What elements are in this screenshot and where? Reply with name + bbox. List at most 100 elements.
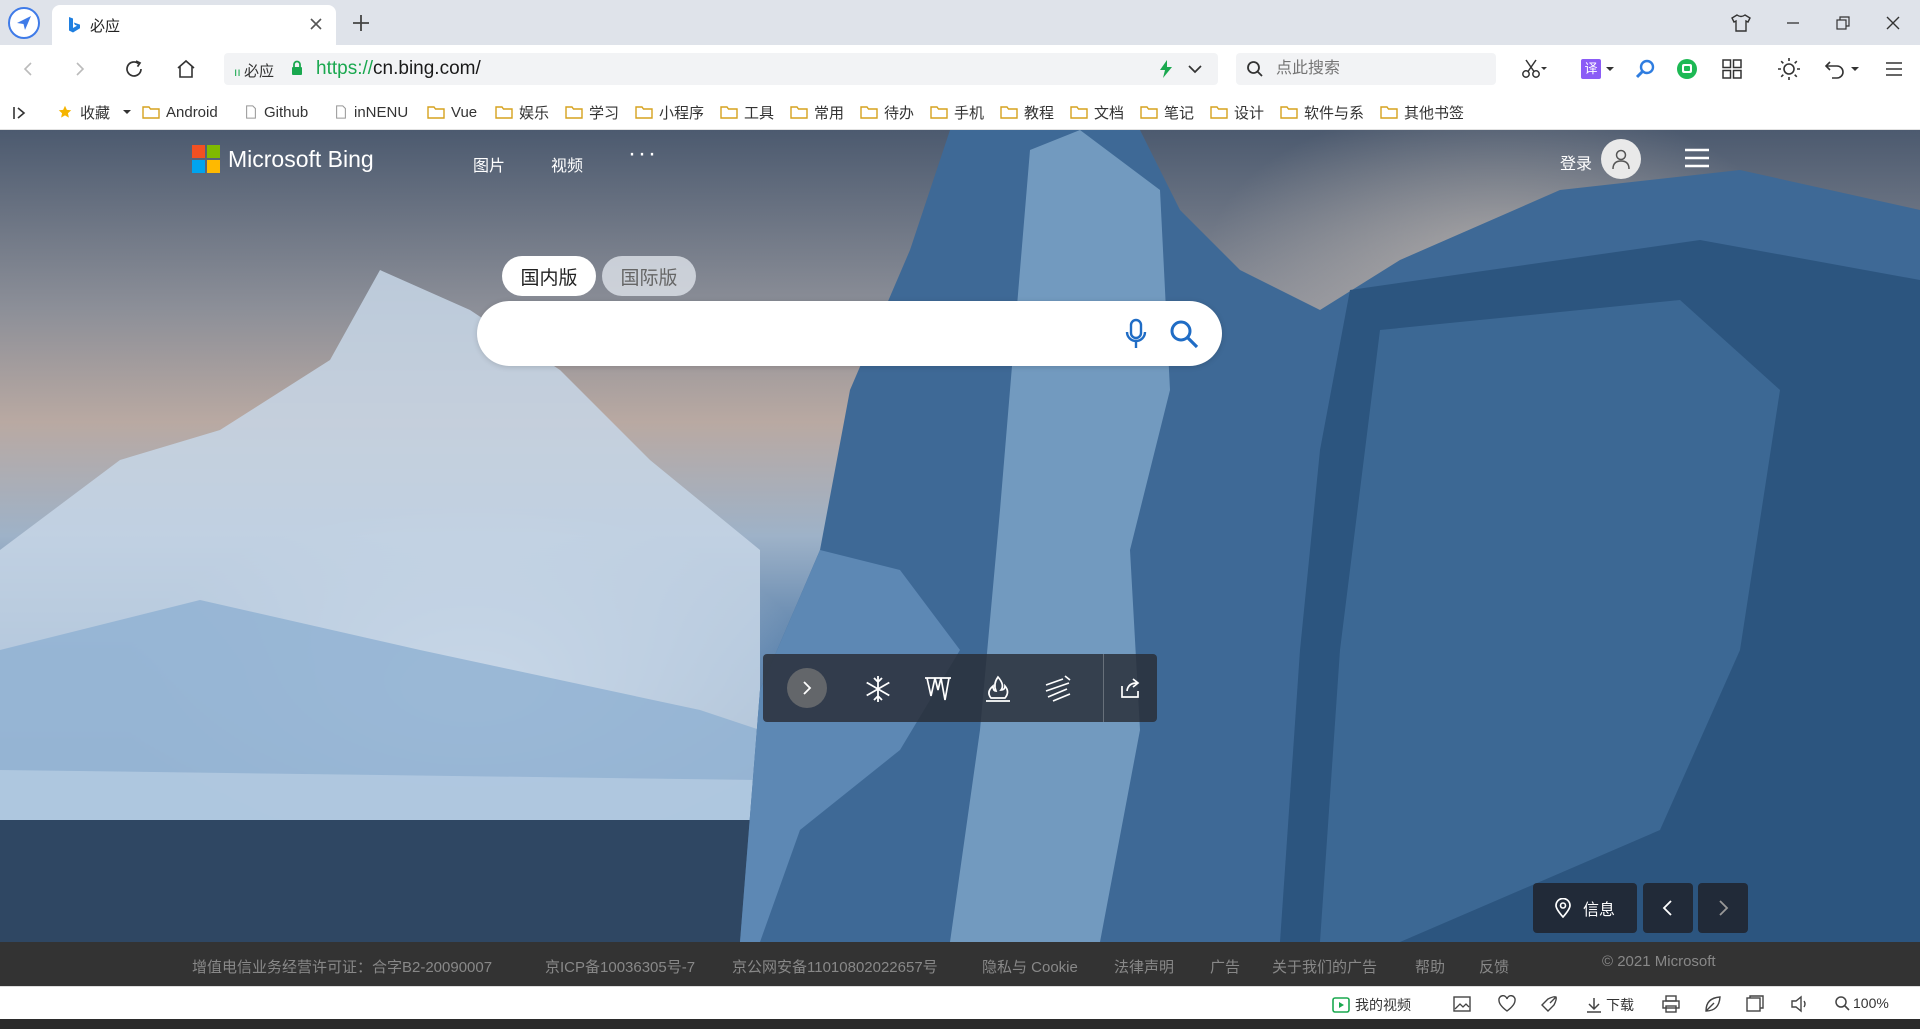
browser-search-input[interactable] (1274, 57, 1484, 81)
rocket-icon[interactable] (1540, 995, 1558, 1013)
bookmark-innenu[interactable]: inNENU (334, 101, 410, 123)
microphone-icon[interactable] (1125, 318, 1147, 350)
tab-international[interactable]: 国际版 (602, 256, 696, 296)
magnifier-icon[interactable] (1632, 55, 1660, 83)
back-arrow-icon[interactable] (16, 57, 40, 81)
bing-search-input[interactable] (505, 319, 1105, 349)
bookmark-qita[interactable]: 其他书签 (1380, 101, 1464, 123)
previous-image-button[interactable] (1643, 883, 1693, 933)
chevron-right-icon (803, 681, 812, 695)
tab-bing[interactable]: 必应 (52, 5, 336, 45)
forward-arrow-icon[interactable] (68, 57, 92, 81)
info-button[interactable]: 信息 (1533, 883, 1637, 933)
footer-legal[interactable]: 法律声明 (1114, 956, 1174, 977)
folder-icon (1000, 106, 1018, 119)
bookmark-jiaocheng[interactable]: 教程 (1000, 101, 1054, 123)
bookmark-wendang[interactable]: 文档 (1070, 101, 1124, 123)
apps-grid-icon[interactable] (1718, 55, 1746, 83)
image-icon[interactable] (1453, 995, 1471, 1013)
restore-icon[interactable] (1832, 12, 1854, 34)
heart-icon[interactable] (1498, 995, 1516, 1013)
minimize-icon[interactable] (1782, 12, 1804, 34)
chevron-down-icon[interactable] (1186, 60, 1204, 78)
bookmark-android[interactable]: Android (142, 101, 218, 123)
download-button[interactable]: 下载 (1586, 995, 1634, 1015)
bookmark-label: 常用 (814, 104, 845, 122)
browser-logo-icon[interactable] (8, 7, 40, 39)
bookmark-github[interactable]: Github (244, 101, 308, 123)
zoom-control[interactable]: 100% (1834, 995, 1889, 1011)
wind-icon[interactable] (1043, 674, 1073, 704)
footer-about-ads[interactable]: 关于我们的广告 (1272, 956, 1377, 977)
bookmark-daiban[interactable]: 待办 (860, 101, 914, 123)
bing-search-box[interactable] (477, 301, 1222, 366)
close-window-icon[interactable] (1882, 12, 1904, 34)
snowflake-icon[interactable] (863, 674, 893, 704)
my-video-button[interactable]: 我的视频 (1332, 995, 1411, 1015)
footer-feedback[interactable]: 反馈 (1479, 956, 1509, 977)
bookmark-vue[interactable]: Vue (427, 101, 477, 123)
browser-search[interactable] (1236, 53, 1496, 85)
undo-icon[interactable] (1822, 55, 1862, 83)
bookmark-gongju[interactable]: 工具 (720, 101, 774, 123)
footer-police[interactable]: 京公网安备11010802022657号 (732, 956, 938, 977)
bookmark-yule[interactable]: 娱乐 (495, 101, 549, 123)
page-icon (246, 105, 256, 119)
page-icon (336, 105, 346, 119)
more-icon[interactable]: ··· (628, 140, 658, 168)
search-icon[interactable] (1169, 319, 1199, 349)
address-bar[interactable]: ıı 必应 https://cn.bing.com/ (224, 53, 1218, 85)
footer-icp[interactable]: 京ICP备10036305号-7 (545, 956, 695, 977)
folder-icon (565, 106, 583, 119)
nav-images[interactable]: 图片 (473, 152, 505, 176)
bookmark-label: 教程 (1024, 104, 1055, 122)
lightning-icon[interactable] (1156, 59, 1176, 79)
theme-toolbar (763, 654, 1157, 722)
chevron-right-button[interactable] (787, 668, 827, 708)
fire-icon[interactable] (983, 674, 1013, 704)
bookmark-biji[interactable]: 笔记 (1140, 101, 1194, 123)
bing-favicon-icon (69, 17, 80, 33)
bookmark-xuexi[interactable]: 学习 (565, 101, 619, 123)
close-tab-icon[interactable] (306, 14, 326, 34)
brightness-icon[interactable] (1775, 55, 1803, 83)
download-icon (1587, 998, 1601, 1013)
bookmark-xiaochengxu[interactable]: 小程序 (635, 101, 704, 123)
avatar[interactable] (1601, 139, 1641, 179)
leaf-icon[interactable] (1704, 995, 1722, 1013)
new-tab-icon[interactable] (350, 12, 372, 34)
footer-privacy[interactable]: 隐私与 Cookie (982, 956, 1078, 977)
share-icon[interactable] (1119, 676, 1143, 700)
nav-videos[interactable]: 视频 (551, 152, 583, 176)
bookmark-favorites[interactable]: 收藏 (56, 101, 132, 123)
tab-domestic[interactable]: 国内版 (502, 256, 596, 296)
home-icon[interactable] (174, 57, 198, 81)
icicles-icon[interactable] (923, 674, 953, 704)
lock-icon[interactable] (290, 60, 304, 76)
window-icon[interactable] (1746, 995, 1764, 1013)
footer-ads[interactable]: 广告 (1210, 956, 1240, 977)
footer-license[interactable]: 增值电信业务经营许可证：合字B2-20090007 (192, 956, 492, 977)
reload-icon[interactable] (122, 57, 146, 81)
bookmark-sheji[interactable]: 设计 (1210, 101, 1264, 123)
bookmark-shouji[interactable]: 手机 (930, 101, 984, 123)
next-image-button[interactable] (1698, 883, 1748, 933)
sidebar-toggle-icon[interactable] (12, 102, 28, 124)
login-link[interactable]: 登录 (1560, 150, 1592, 174)
hamburger-menu-icon[interactable] (1684, 148, 1710, 168)
bookmark-label: inNENU (354, 103, 409, 121)
bing-logo[interactable]: Microsoft Bing (192, 144, 374, 174)
bookmark-changyong[interactable]: 常用 (790, 101, 844, 123)
skin-shirt-icon[interactable] (1730, 12, 1752, 34)
bookmark-ruanjian[interactable]: 软件与系 (1280, 101, 1366, 123)
footer-help[interactable]: 帮助 (1415, 956, 1445, 977)
printer-icon[interactable] (1662, 995, 1680, 1013)
translate-button[interactable]: 译 (1578, 55, 1618, 83)
menu-icon[interactable] (1880, 55, 1908, 83)
page-footer: 增值电信业务经营许可证：合字B2-20090007 京ICP备10036305号… (0, 942, 1920, 986)
volume-icon[interactable] (1790, 995, 1808, 1013)
url-text[interactable]: https://cn.bing.com/ (316, 58, 481, 80)
chat-icon[interactable] (1673, 55, 1701, 83)
scissors-icon[interactable] (1520, 55, 1548, 83)
folder-icon (635, 106, 653, 119)
